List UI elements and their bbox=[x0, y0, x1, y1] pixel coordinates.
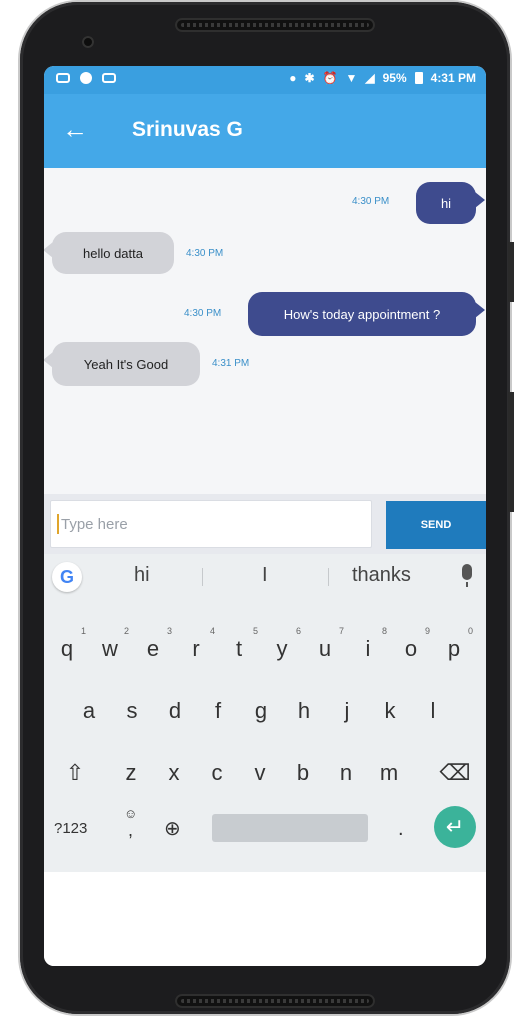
message-time: 4:31 PM bbox=[212, 358, 250, 369]
key-j[interactable]: j bbox=[330, 698, 364, 724]
suggestion-strip: G hi I thanks bbox=[44, 554, 486, 598]
suggestion-divider bbox=[202, 568, 203, 586]
power-button bbox=[508, 392, 514, 512]
bottom-speaker bbox=[175, 994, 375, 1008]
alarm-icon: ⏰ bbox=[322, 71, 338, 85]
key-e[interactable]: e3 bbox=[136, 626, 172, 662]
composer-bar: SEND bbox=[44, 494, 486, 554]
key-q[interactable]: q1 bbox=[50, 626, 86, 662]
backspace-icon[interactable]: ⌫ bbox=[438, 760, 472, 786]
status-time: 4:31 PM bbox=[430, 71, 476, 85]
key-period[interactable]: . bbox=[398, 818, 404, 841]
sent-message-bubble[interactable]: How's today appointment ? bbox=[248, 292, 485, 336]
phone-frame: ● ✱ ⏰ ▼ ◢ 95% 4:31 PM ← Srinuvas G 4:30 … bbox=[20, 2, 514, 1014]
key-x[interactable]: x bbox=[157, 760, 191, 786]
key-w[interactable]: w2 bbox=[93, 626, 129, 662]
google-icon[interactable]: G bbox=[52, 562, 82, 592]
message-list[interactable]: 4:30 PM hi hello datta 4:30 PM 4:30 PM H… bbox=[44, 168, 486, 494]
top-speaker bbox=[175, 18, 375, 32]
message-time: 4:30 PM bbox=[352, 196, 390, 207]
message-time: 4:30 PM bbox=[184, 308, 222, 319]
key-t[interactable]: t5 bbox=[222, 626, 258, 662]
key-g[interactable]: g bbox=[244, 698, 278, 724]
send-button[interactable]: SEND bbox=[386, 501, 486, 549]
key-y[interactable]: y6 bbox=[265, 626, 302, 662]
signal-icon: ◢ bbox=[365, 71, 375, 85]
battery-icon bbox=[414, 72, 423, 84]
text-cursor bbox=[57, 514, 59, 534]
key-n[interactable]: n bbox=[329, 760, 363, 786]
location-icon: ● bbox=[289, 71, 297, 85]
contact-name: Srinuvas G bbox=[132, 118, 243, 141]
emoji-icon[interactable]: ☺ bbox=[124, 806, 137, 821]
key-u[interactable]: u7 bbox=[308, 626, 344, 662]
chrome-icon bbox=[80, 72, 92, 84]
key-p[interactable]: p0 bbox=[437, 626, 473, 662]
received-message-bubble[interactable]: Yeah It's Good bbox=[44, 342, 200, 386]
key-z[interactable]: z bbox=[114, 760, 148, 786]
key-v[interactable]: v bbox=[243, 760, 277, 786]
message-time: 4:30 PM bbox=[186, 248, 224, 259]
microphone-icon[interactable] bbox=[462, 564, 472, 587]
key-k[interactable]: k bbox=[373, 698, 407, 724]
key-s[interactable]: s bbox=[115, 698, 149, 724]
key-a[interactable]: a bbox=[72, 698, 106, 724]
key-o[interactable]: o9 bbox=[394, 626, 430, 662]
key-r[interactable]: r4 bbox=[179, 626, 215, 662]
symbols-key[interactable]: ?123 bbox=[54, 820, 87, 837]
space-bar[interactable] bbox=[212, 814, 368, 842]
soft-keyboard: G hi I thanks q1 w2 e3 r4 t5 y6 u7 i8 o9… bbox=[44, 554, 486, 872]
bottom-blank-area bbox=[44, 872, 486, 966]
key-l[interactable]: l bbox=[416, 698, 450, 724]
status-bar: ● ✱ ⏰ ▼ ◢ 95% 4:31 PM bbox=[44, 66, 486, 94]
shift-icon[interactable]: ⇧ bbox=[58, 760, 92, 786]
suggestion-divider bbox=[328, 568, 329, 586]
volume-button bbox=[508, 242, 514, 302]
key-c[interactable]: c bbox=[200, 760, 234, 786]
wifi-icon: ▼ bbox=[345, 71, 358, 85]
message-icon bbox=[102, 73, 116, 83]
key-i[interactable]: i8 bbox=[351, 626, 387, 662]
app-bar: ← Srinuvas G bbox=[44, 94, 486, 168]
key-m[interactable]: m bbox=[372, 760, 406, 786]
key-h[interactable]: h bbox=[287, 698, 321, 724]
sent-message-bubble[interactable]: hi bbox=[416, 182, 485, 224]
back-arrow-icon[interactable]: ← bbox=[62, 116, 88, 142]
key-comma[interactable]: , bbox=[128, 820, 133, 841]
bluetooth-icon: ✱ bbox=[304, 71, 315, 85]
notification-icon bbox=[56, 73, 70, 83]
suggestion-thanks[interactable]: thanks bbox=[352, 564, 411, 587]
key-f[interactable]: f bbox=[201, 698, 235, 724]
screen: ● ✱ ⏰ ▼ ◢ 95% 4:31 PM ← Srinuvas G 4:30 … bbox=[44, 66, 486, 966]
suggestion-hi[interactable]: hi bbox=[134, 564, 150, 587]
suggestion-i[interactable]: I bbox=[262, 564, 268, 587]
received-message-bubble[interactable]: hello datta bbox=[44, 232, 174, 274]
enter-icon[interactable]: ↵ bbox=[434, 806, 476, 848]
key-b[interactable]: b bbox=[286, 760, 320, 786]
front-camera bbox=[82, 36, 94, 48]
globe-icon[interactable]: ⊕ bbox=[164, 816, 181, 841]
message-input[interactable] bbox=[50, 500, 372, 548]
battery-level: 95% bbox=[382, 71, 407, 85]
key-d[interactable]: d bbox=[158, 698, 192, 724]
